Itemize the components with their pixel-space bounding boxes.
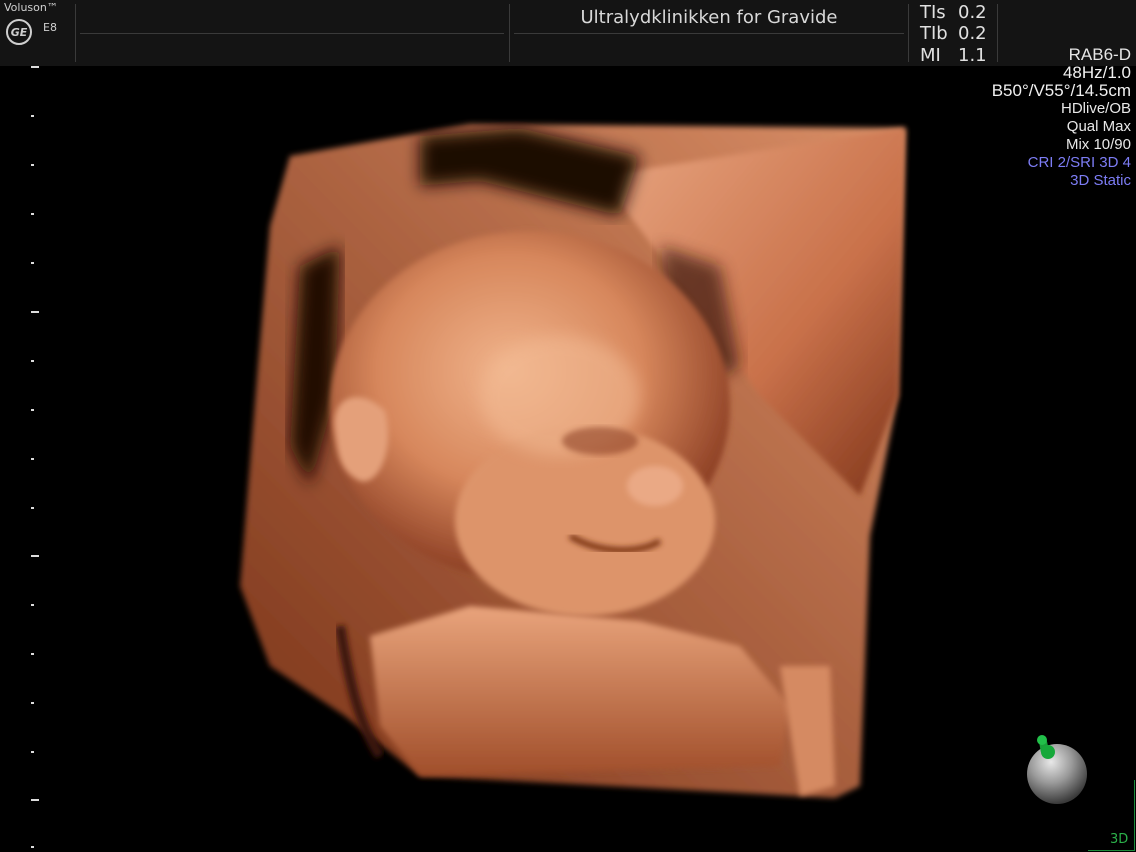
scale-tick-major [31,311,39,313]
divider [514,33,904,34]
ultrasound-3d-render [240,124,905,798]
model-label: E8 [43,21,57,34]
scale-tick-major [31,66,39,68]
divider [509,4,510,62]
index-value: 0.2 [958,2,987,23]
scale-tick [31,604,34,606]
index-mi: MI 1.1 [920,45,987,66]
frame-rate: 48Hz/1.0 [1062,63,1131,82]
clinic-name: Ultralydklinikken for Gravide [580,7,838,28]
index-value: 0.2 [958,23,987,44]
scale-tick [31,751,34,753]
probe-label: RAB6-D [1068,45,1131,64]
brand-label: Voluson™ [4,1,58,14]
scale-tick [31,409,34,411]
divider [908,4,909,62]
depth-scale [28,64,42,852]
divider [75,4,76,62]
index-tis: TIs 0.2 [920,2,987,23]
view-mode-tag: 3D [1110,832,1129,847]
index-value: 1.1 [958,45,987,66]
scale-tick [31,507,34,509]
cri-sri-setting: CRI 2/SRI 3D 4 [1027,154,1131,171]
scale-tick [31,360,34,362]
angles-depth: B50°/V55°/14.5cm [991,81,1131,100]
divider [80,33,504,34]
imaging-mode: HDlive/OB [1060,100,1131,117]
orientation-sphere-icon[interactable] [1022,732,1092,812]
scale-tick [31,653,34,655]
scale-tick [31,213,34,215]
scale-tick [31,164,34,166]
top-bar: Voluson™ GE E8 Ultralydklinikken for Gra… [0,0,1136,66]
quality-setting: Qual Max [1066,118,1131,135]
acquisition-params: RAB6-D 48Hz/1.0 B50°/V55°/14.5cm HDlive/… [992,46,1131,190]
mix-setting: Mix 10/90 [1065,136,1131,153]
scale-tick [31,846,34,848]
scale-tick-major [31,555,39,557]
index-label: MI [920,45,941,66]
index-label: TIb [920,23,948,44]
acquisition-type: 3D Static [1070,172,1131,189]
scale-tick [31,262,34,264]
scale-tick-major [31,799,39,801]
scale-tick [31,458,34,460]
ge-logo-icon: GE [6,19,32,45]
scale-tick [31,115,34,117]
index-tib: TIb 0.2 [920,23,987,44]
scale-tick [31,702,34,704]
index-label: TIs [920,2,946,23]
